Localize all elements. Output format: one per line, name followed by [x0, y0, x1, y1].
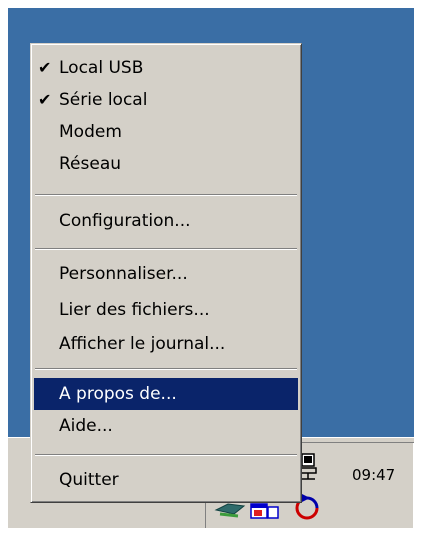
- checkmark-icon: ✔: [38, 90, 52, 109]
- menu-item-reseau[interactable]: Réseau: [34, 148, 298, 180]
- menu-separator: [35, 194, 297, 196]
- sync-icon[interactable]: [214, 500, 248, 522]
- menu-separator: [35, 454, 297, 456]
- menu-item-label: Personnaliser...: [59, 264, 188, 284]
- menu-item-label: Lier des fichiers...: [59, 300, 210, 320]
- menu-item-lier-des-fichiers[interactable]: Lier des fichiers...: [34, 294, 298, 326]
- menu-item-label: Modem: [59, 122, 122, 142]
- taskbar-clock[interactable]: 09:47: [352, 466, 395, 484]
- menu-item-label: A propos de...: [59, 384, 177, 404]
- menu-item-label: Quitter: [59, 470, 119, 490]
- menu-separator: [35, 248, 297, 250]
- menu-item-quitter[interactable]: Quitter: [34, 464, 298, 496]
- menu-item-label: Série local: [59, 90, 148, 110]
- menu-item-label: Afficher le journal...: [59, 334, 226, 354]
- menu-item-personnaliser[interactable]: Personnaliser...: [34, 258, 298, 290]
- menu-item-label: Réseau: [59, 154, 122, 174]
- menu-item-label: Configuration...: [59, 211, 191, 231]
- menu-item-label: Local USB: [59, 58, 144, 78]
- menu-item-a-propos[interactable]: A propos de...: [34, 378, 298, 410]
- menu-item-afficher-le-journal[interactable]: Afficher le journal...: [34, 328, 298, 360]
- checkmark-icon: ✔: [38, 58, 52, 77]
- menu-item-aide[interactable]: Aide...: [34, 410, 298, 442]
- menu-item-configuration[interactable]: Configuration...: [34, 205, 298, 237]
- tray-context-menu: ✔ Local USB ✔ Série local Modem Réseau C…: [30, 43, 302, 503]
- menu-item-serie-local[interactable]: ✔ Série local: [34, 84, 298, 116]
- menu-item-label: Aide...: [59, 416, 113, 436]
- window-icon[interactable]: [250, 502, 280, 520]
- menu-item-modem[interactable]: Modem: [34, 116, 298, 148]
- menu-item-local-usb[interactable]: ✔ Local USB: [34, 52, 298, 84]
- menu-separator: [35, 368, 297, 370]
